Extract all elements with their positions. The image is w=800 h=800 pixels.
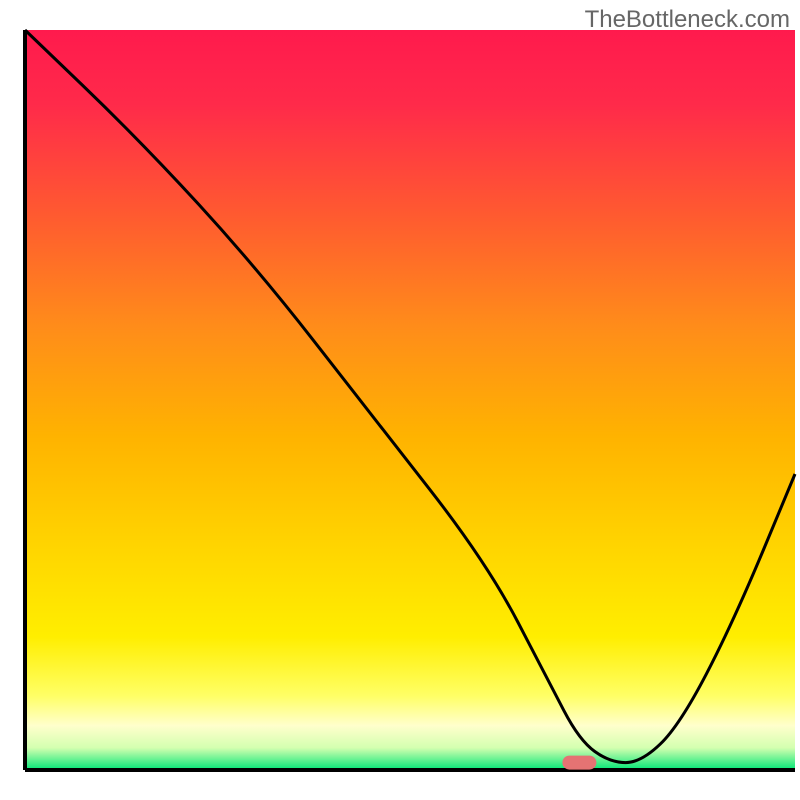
optimal-marker — [562, 756, 596, 770]
watermark-text: TheBottleneck.com — [585, 6, 790, 34]
plot-area — [25, 30, 795, 770]
bottleneck-chart — [0, 0, 800, 800]
